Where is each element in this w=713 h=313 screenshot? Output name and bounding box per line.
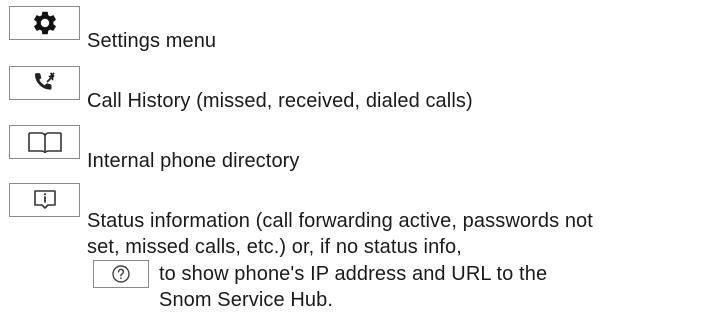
gear-icon	[31, 9, 59, 37]
help-label-line-2: Snom Service Hub.	[159, 289, 333, 311]
book-icon	[26, 130, 64, 154]
help-icon	[111, 264, 131, 284]
status-info-label-line-1: Status information (call forwarding acti…	[87, 210, 593, 232]
settings-key[interactable]	[9, 6, 80, 40]
help-label-line-1: to show phone's IP address and URL to th…	[159, 263, 548, 285]
call-history-icon	[31, 71, 59, 95]
call-history-key[interactable]	[9, 66, 80, 100]
settings-label: Settings menu	[87, 30, 217, 52]
info-icon	[31, 188, 59, 212]
directory-key[interactable]	[9, 125, 80, 159]
status-info-label-line-2: set, missed calls, etc.) or, if no statu…	[87, 236, 462, 258]
status-info-key[interactable]	[9, 183, 80, 217]
help-key[interactable]	[93, 260, 149, 288]
directory-label: Internal phone directory	[87, 150, 300, 172]
call-history-label: Call History (missed, received, dialed c…	[87, 90, 473, 112]
